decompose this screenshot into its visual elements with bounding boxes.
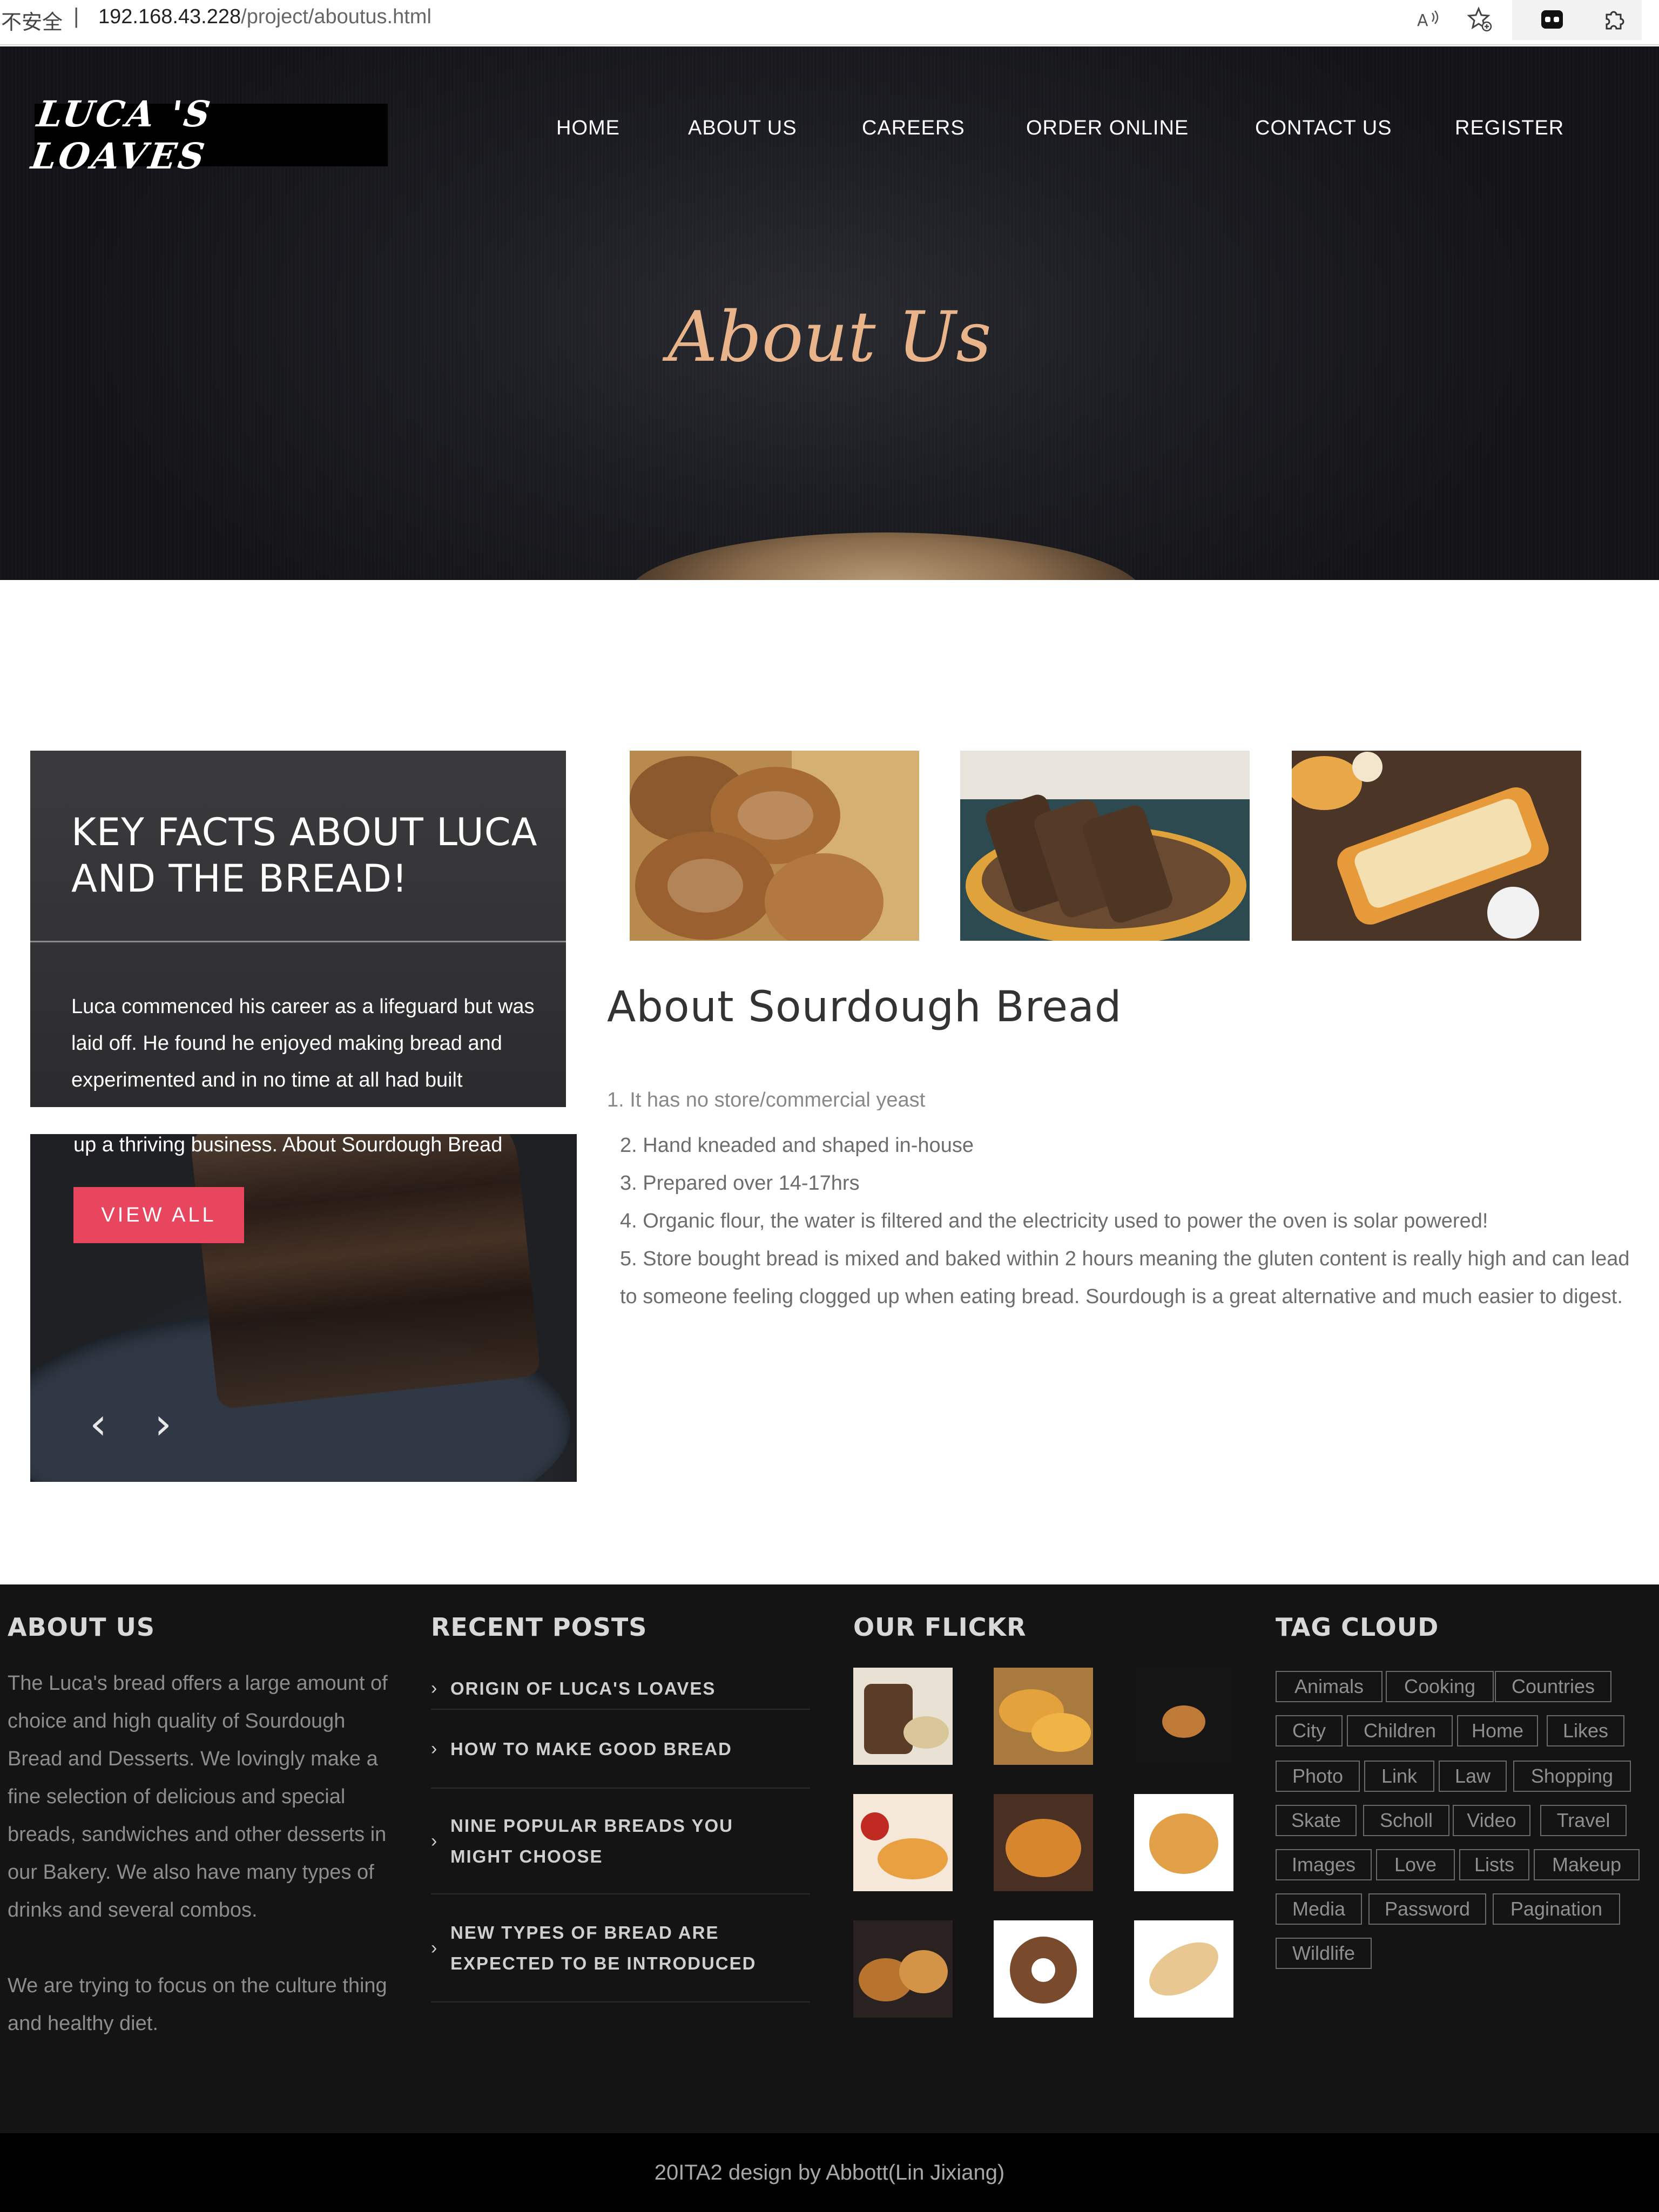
favorite-star-icon[interactable] xyxy=(1465,4,1495,35)
list-item: 5. Store bought bread is mixed and baked… xyxy=(620,1247,1630,1308)
slider-prev-icon[interactable]: ‹ xyxy=(90,1399,107,1449)
tag-link[interactable]: Makeup xyxy=(1534,1849,1640,1880)
key-facts-divider xyxy=(30,941,566,942)
slider-cake-image xyxy=(189,1134,541,1410)
tag-link[interactable]: Password xyxy=(1368,1893,1486,1925)
extension-icon[interactable] xyxy=(1537,4,1567,35)
list-item: 4. Organic flour, the water is filtered … xyxy=(620,1210,1488,1232)
nav-careers[interactable]: CAREERS xyxy=(862,117,965,140)
nav-contact-us[interactable]: CONTACT US xyxy=(1255,117,1392,140)
tag-link[interactable]: Travel xyxy=(1540,1805,1627,1836)
puzzle-extensions-icon[interactable] xyxy=(1599,4,1629,35)
key-facts-text-continued: up a thriving business. About Sourdough … xyxy=(73,1134,503,1156)
read-aloud-icon[interactable]: A xyxy=(1413,4,1443,35)
site-logo[interactable]: LUCA 'S LOAVES xyxy=(29,93,388,177)
flickr-photo[interactable] xyxy=(1134,1920,1233,2018)
flickr-heading: OUR FLICKR xyxy=(853,1613,1027,1642)
insecure-label[interactable]: 不安全 xyxy=(1,5,63,35)
recent-post-link[interactable]: › NINE POPULAR BREADS YOU MIGHT CHOOSE xyxy=(431,1789,810,1894)
view-all-button[interactable]: VIEW ALL xyxy=(73,1187,244,1243)
tag-link[interactable]: Children xyxy=(1347,1715,1453,1746)
tag-link[interactable]: Cooking xyxy=(1386,1671,1494,1702)
recent-post-title: NEW TYPES OF BREAD ARE EXPECTED TO BE IN… xyxy=(450,1923,757,1973)
bread-thumbnail-loaf xyxy=(1292,751,1581,941)
footer-about-paragraph: The Luca's bread offers a large amount o… xyxy=(8,1672,388,1921)
key-facts-panel: KEY FACTS ABOUT LUCA AND THE BREAD! Luca… xyxy=(30,751,566,1107)
recent-posts-heading: RECENT POSTS xyxy=(431,1613,648,1642)
tag-link[interactable]: Photo xyxy=(1276,1761,1360,1792)
nav-home[interactable]: HOME xyxy=(556,117,620,140)
recent-post-link[interactable]: › NEW TYPES OF BREAD ARE EXPECTED TO BE … xyxy=(431,1894,810,2002)
page-title: About Us xyxy=(667,297,992,377)
chevron-right-icon: › xyxy=(431,1738,437,1759)
tag-link[interactable]: Link xyxy=(1364,1761,1434,1792)
tag-link[interactable]: Media xyxy=(1276,1893,1362,1925)
address-separator: | xyxy=(73,4,79,28)
about-sourdough-list: 2. Hand kneaded and shaped in-house 3. P… xyxy=(620,1089,1635,1316)
flickr-photo[interactable] xyxy=(1134,1668,1233,1765)
recent-post-title: NINE POPULAR BREADS YOU MIGHT CHOOSE xyxy=(450,1816,733,1866)
site-footer: ABOUT US The Luca's bread offers a large… xyxy=(0,1584,1659,2133)
tag-link[interactable]: Love xyxy=(1376,1849,1455,1880)
key-facts-text: Luca commenced his career as a lifeguard… xyxy=(71,995,535,1091)
footer-about-heading: ABOUT US xyxy=(8,1613,155,1642)
url-host: 192.168.43.228 xyxy=(98,5,241,28)
browser-address-bar: 不安全 | 192.168.43.228/project/aboutus.htm… xyxy=(0,0,1659,45)
tag-link[interactable]: Likes xyxy=(1547,1715,1624,1746)
logo-text: LUCA 'S LOAVES xyxy=(29,93,215,177)
recent-post-link[interactable]: › ORIGIN OF LUCA'S LOAVES xyxy=(431,1668,810,1710)
chevron-right-icon: › xyxy=(431,1830,437,1851)
recent-post-title: HOW TO MAKE GOOD BREAD xyxy=(450,1738,732,1759)
list-item: 2. Hand kneaded and shaped in-house xyxy=(620,1134,974,1157)
tag-link[interactable]: Animals xyxy=(1276,1671,1382,1702)
flickr-photo[interactable] xyxy=(994,1794,1093,1891)
tag-link[interactable]: Countries xyxy=(1495,1671,1611,1702)
tag-link[interactable]: Home xyxy=(1457,1715,1538,1746)
svg-text:A: A xyxy=(1417,11,1428,30)
tag-cloud-heading: TAG CLOUD xyxy=(1276,1613,1439,1642)
nav-order-online[interactable]: ORDER ONLINE xyxy=(1026,117,1189,140)
list-item-spacer xyxy=(620,1089,1635,1127)
list-item: 3. Prepared over 14-17hrs xyxy=(620,1172,860,1195)
nav-register[interactable]: REGISTER xyxy=(1455,117,1564,140)
flickr-photo[interactable] xyxy=(994,1668,1093,1765)
url-field[interactable]: 192.168.43.228/project/aboutus.html xyxy=(98,5,431,29)
tag-link[interactable]: Images xyxy=(1276,1849,1372,1880)
hero-section: LUCA 'S LOAVES HOME ABOUT US CAREERS ORD… xyxy=(0,46,1659,580)
tag-link[interactable]: City xyxy=(1276,1715,1343,1746)
nav-about-us[interactable]: ABOUT US xyxy=(688,117,797,140)
copyright-bar: 20ITA2 design by Abbott(Lin Jixiang) xyxy=(0,2133,1659,2212)
dessert-slider: up a thriving business. About Sourdough … xyxy=(30,1134,577,1482)
tag-link[interactable]: Skate xyxy=(1276,1805,1357,1836)
flickr-photo[interactable] xyxy=(853,1668,953,1765)
url-path: /project/aboutus.html xyxy=(241,5,431,28)
tag-link[interactable]: Law xyxy=(1439,1761,1507,1792)
tag-link[interactable]: Lists xyxy=(1459,1849,1529,1880)
flickr-photo[interactable] xyxy=(853,1794,953,1891)
chevron-right-icon: › xyxy=(431,1677,437,1698)
tag-link[interactable]: Pagination xyxy=(1493,1893,1620,1925)
recent-post-link[interactable]: › HOW TO MAKE GOOD BREAD xyxy=(431,1710,810,1789)
slider-next-icon[interactable]: › xyxy=(154,1399,172,1449)
tag-link[interactable]: Video xyxy=(1453,1805,1530,1836)
flickr-photo[interactable] xyxy=(1134,1794,1233,1891)
copyright-text: 20ITA2 design by Abbott(Lin Jixiang) xyxy=(654,2160,1005,2184)
about-sourdough-heading: About Sourdough Bread xyxy=(607,983,1122,1031)
bread-thumbnail-dark-slices xyxy=(960,751,1250,941)
bread-thumbnail-rolls xyxy=(630,751,919,941)
chevron-right-icon: › xyxy=(431,1937,437,1958)
recent-post-title: ORIGIN OF LUCA'S LOAVES xyxy=(450,1678,716,1698)
flickr-photo[interactable] xyxy=(853,1920,953,2018)
tag-link[interactable]: Shopping xyxy=(1513,1761,1631,1792)
flickr-photo[interactable] xyxy=(994,1920,1093,2018)
tag-link[interactable]: Scholl xyxy=(1363,1805,1449,1836)
footer-about-text: The Luca's bread offers a large amount o… xyxy=(8,1664,396,2042)
key-facts-title: KEY FACTS ABOUT LUCA AND THE BREAD! xyxy=(71,810,538,901)
tag-link[interactable]: Wildlife xyxy=(1276,1938,1372,1969)
footer-about-paragraph: We are trying to focus on the culture th… xyxy=(8,1974,387,2035)
